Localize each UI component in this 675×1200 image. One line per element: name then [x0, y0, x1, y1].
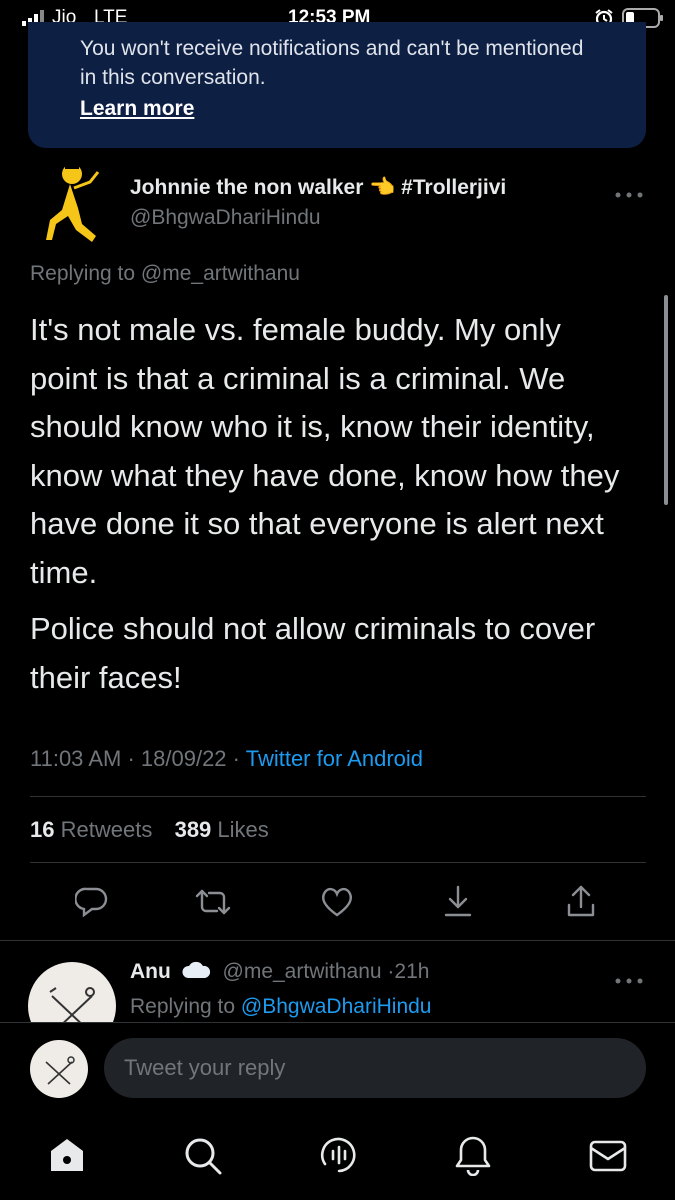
like-icon[interactable]: [319, 885, 355, 919]
retweets-count: 16: [30, 817, 55, 842]
reply-replying-to-line: Replying to @BhgwaDhariHindu: [130, 995, 432, 1019]
reply-author-name[interactable]: Anu: [130, 960, 171, 983]
likes-count: 389: [174, 817, 212, 842]
home-icon[interactable]: [48, 1136, 86, 1179]
reply-more-options-icon[interactable]: [614, 972, 644, 990]
replying-prefix: Replying to: [30, 262, 136, 285]
reply-age: 21h: [394, 960, 430, 983]
learn-more-link[interactable]: Learn more: [80, 97, 194, 121]
retweets-stat[interactable]: 16 Retweets: [30, 817, 152, 842]
divider: [0, 1022, 675, 1023]
author-name[interactable]: Johnnie the non walker 👈 #Trollerjivi: [130, 176, 506, 200]
divider: [30, 796, 646, 797]
messages-icon[interactable]: [588, 1138, 628, 1179]
likes-stat[interactable]: 389 Likes: [175, 817, 269, 842]
replying-to-line: Replying to @me_artwithanu: [30, 262, 300, 286]
tweet-timestamp: 11:03 AM · 18/09/22 · Twitter for Androi…: [30, 746, 423, 772]
retweet-icon[interactable]: [193, 885, 233, 919]
divider: [0, 940, 675, 941]
reply-replying-to-handle[interactable]: @BhgwaDhariHindu: [241, 995, 432, 1018]
divider: [30, 862, 646, 863]
author-handle[interactable]: @BhgwaDhariHindu: [130, 206, 321, 230]
search-icon[interactable]: [183, 1136, 223, 1181]
scroll-indicator: [664, 295, 668, 505]
banner-message: You won't receive notifications and can'…: [80, 37, 584, 89]
reply-input-placeholder: Tweet your reply: [124, 1055, 286, 1080]
tweet-text-paragraph-2: Police should not allow criminals to cov…: [30, 611, 596, 695]
reply-input[interactable]: Tweet your reply: [104, 1038, 646, 1098]
notifications-icon[interactable]: [453, 1134, 493, 1181]
spaces-icon[interactable]: [318, 1134, 360, 1181]
likes-label: Likes: [217, 817, 269, 842]
reply-header: Anu @me_artwithanu ·21h: [130, 960, 429, 986]
cloud-emoji-icon: [181, 960, 211, 986]
retweets-label: Retweets: [60, 817, 153, 842]
timestamp-separator-2: ·: [232, 746, 240, 771]
bookmark-icon[interactable]: [441, 883, 475, 919]
tweet-date: 18/09/22: [140, 746, 227, 771]
reply-replying-prefix: Replying to: [130, 995, 236, 1018]
tweet-source[interactable]: Twitter for Android: [246, 746, 423, 771]
tweet-text-paragraph-1: It's not male vs. female buddy. My only …: [30, 312, 620, 590]
composer-avatar: [30, 1040, 88, 1098]
reply-author-handle[interactable]: @me_artwithanu: [223, 960, 382, 983]
share-icon[interactable]: [564, 883, 598, 919]
tweet-stats: 16 Retweets 389 Likes: [30, 817, 269, 843]
timestamp-separator-1: ·: [127, 746, 135, 771]
more-options-icon[interactable]: [614, 186, 644, 204]
replying-to-handle[interactable]: @me_artwithanu: [141, 262, 300, 285]
author-avatar[interactable]: [40, 160, 102, 248]
reply-icon[interactable]: [75, 885, 109, 919]
tweet-time: 11:03 AM: [30, 746, 122, 771]
